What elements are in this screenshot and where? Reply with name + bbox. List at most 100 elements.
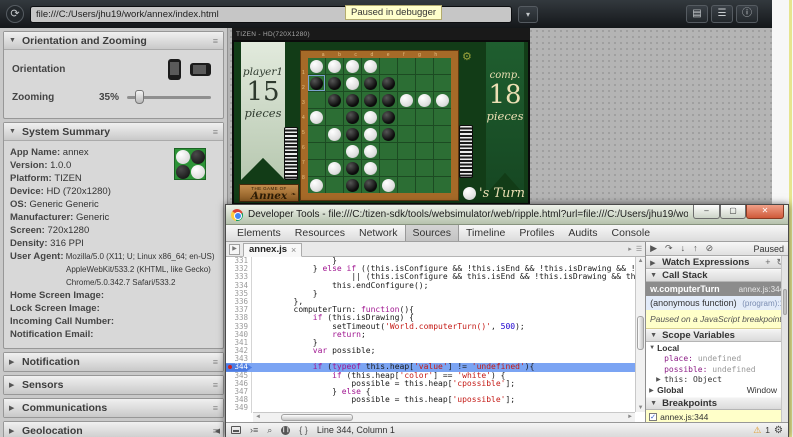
scrollbar-thumb[interactable] xyxy=(783,289,787,315)
board-cell[interactable] xyxy=(308,143,325,159)
scope-row[interactable]: ▼Local xyxy=(646,343,788,354)
close-icon[interactable]: × xyxy=(291,245,296,255)
board-cell[interactable] xyxy=(326,177,343,193)
board-cell[interactable] xyxy=(380,75,397,91)
board-cell[interactable] xyxy=(362,75,379,91)
board-cell[interactable] xyxy=(416,177,433,193)
board-cell[interactable] xyxy=(344,160,361,176)
drag-handle-icon[interactable]: ≡ xyxy=(213,127,218,137)
board-cell[interactable] xyxy=(344,92,361,108)
board-cell[interactable] xyxy=(380,177,397,193)
call-stack-header[interactable]: ▼ Call Stack xyxy=(646,269,788,282)
sidebar-collapse-arrow[interactable]: ◀ xyxy=(215,427,220,435)
code-line[interactable]: 340 return; xyxy=(226,331,635,339)
format-icon[interactable]: ☰ xyxy=(636,245,642,253)
board-cell[interactable] xyxy=(398,160,415,176)
scope-row[interactable]: ▶GlobalWindow xyxy=(646,385,788,396)
code-line[interactable]: 345 if (this.heap['color'] == 'white') { xyxy=(226,372,635,380)
callstack-frame[interactable]: w.computerTurnannex.js:344 xyxy=(646,282,788,296)
scroll-up-icon[interactable]: ▲ xyxy=(636,258,645,264)
board-cell[interactable] xyxy=(380,58,397,74)
show-navigator-button[interactable]: ▶ xyxy=(229,244,240,255)
dock-side-icon[interactable] xyxy=(231,426,241,434)
warning-icon[interactable]: ⚠ xyxy=(753,425,761,436)
code-line[interactable]: 332 } else if ((this.isConfigure && !thi… xyxy=(226,265,635,273)
code-line[interactable]: 348 possible = this.heap['upossible']; xyxy=(226,396,635,404)
code-line[interactable]: 334 this.endConfigure(); xyxy=(226,282,635,290)
board-cell[interactable] xyxy=(434,143,451,159)
search-icon[interactable]: ⌕ xyxy=(267,424,272,437)
board-cell[interactable] xyxy=(434,92,451,108)
board-cell[interactable] xyxy=(326,126,343,142)
board-cell[interactable] xyxy=(398,126,415,142)
board-cell[interactable] xyxy=(416,58,433,74)
code-area[interactable]: 331 }332 } else if ((this.isConfigure &&… xyxy=(226,257,645,422)
board-cell[interactable] xyxy=(416,160,433,176)
board-cell[interactable] xyxy=(434,126,451,142)
sidebar-vertical-scrollbar[interactable] xyxy=(781,256,788,422)
board-cell[interactable] xyxy=(344,126,361,142)
code-line[interactable]: 341 } xyxy=(226,339,635,347)
panel-header[interactable]: ▼ Orientation and Zooming ≡ xyxy=(4,32,223,50)
board-cell[interactable] xyxy=(308,92,325,108)
board-cell[interactable] xyxy=(398,177,415,193)
pause-on-exceptions-icon[interactable]: ❙❙ xyxy=(281,426,290,435)
board-cell[interactable] xyxy=(380,160,397,176)
board-cell[interactable] xyxy=(434,177,451,193)
board-cell[interactable] xyxy=(344,109,361,125)
code-line[interactable]: 342 var possible; xyxy=(226,347,635,355)
minimize-button[interactable]: – xyxy=(693,205,720,219)
panel-header[interactable]: ▶Notification≡ xyxy=(4,353,223,371)
url-dropdown-button[interactable]: ▾ xyxy=(518,6,538,23)
line-number-gutter[interactable]: 344 xyxy=(226,363,252,371)
board-cell[interactable] xyxy=(362,160,379,176)
breakpoint-checkbox[interactable]: ✓ xyxy=(649,413,657,421)
board-cell[interactable] xyxy=(434,109,451,125)
board-cell[interactable] xyxy=(398,143,415,159)
board-cell[interactable] xyxy=(434,160,451,176)
step-out-icon[interactable]: ↑ xyxy=(693,242,698,255)
board-cell[interactable] xyxy=(326,92,343,108)
board-cell[interactable] xyxy=(398,58,415,74)
chevron-right-icon[interactable]: ▶ xyxy=(649,387,657,394)
code-line[interactable]: 336 }, xyxy=(226,298,635,306)
board-cell[interactable] xyxy=(326,75,343,91)
board-cell[interactable] xyxy=(398,109,415,125)
board-cell[interactable] xyxy=(344,177,361,193)
scope-variables-header[interactable]: ▼ Scope Variables xyxy=(646,329,788,342)
board-cell[interactable] xyxy=(434,75,451,91)
step-over-icon[interactable]: ↷ xyxy=(665,242,673,255)
game-screen[interactable]: player1 15 pieces comp. 18 pieces abcdef… xyxy=(232,40,530,205)
board-cell[interactable] xyxy=(308,177,325,193)
deactivate-breakpoints-icon[interactable]: ⊘ xyxy=(706,242,714,255)
board-cell[interactable] xyxy=(380,143,397,159)
reload-button[interactable]: ⟳ xyxy=(6,5,24,23)
devtools-tab-resources[interactable]: Resources xyxy=(288,225,352,241)
devtools-titlebar[interactable]: Developer Tools - file:///C:/tizen-sdk/t… xyxy=(226,205,788,225)
board-cell[interactable] xyxy=(362,143,379,159)
drag-handle-icon[interactable]: ≡ xyxy=(213,403,218,413)
pretty-print-icon[interactable]: { } xyxy=(299,424,308,437)
scrollbar-thumb[interactable] xyxy=(637,316,644,350)
code-line[interactable]: 338 if (this.isDrawing) { xyxy=(226,314,635,322)
code-line[interactable]: 335 } xyxy=(226,290,635,298)
code-line[interactable]: 343 xyxy=(226,355,635,363)
scroll-down-icon[interactable]: ▼ xyxy=(636,405,645,411)
board-cell[interactable] xyxy=(398,92,415,108)
board-cell[interactable] xyxy=(362,92,379,108)
code-line[interactable]: 331 } xyxy=(226,257,635,265)
zoom-slider-thumb[interactable] xyxy=(135,90,144,104)
editor-vertical-scrollbar[interactable]: ▲ ▼ xyxy=(635,257,645,412)
callstack-frame[interactable]: (anonymous function)(program):1 xyxy=(646,296,788,310)
scope-row[interactable]: possible: undefined xyxy=(646,364,788,375)
scroll-left-icon[interactable]: ◄ xyxy=(255,414,261,420)
code-line[interactable]: 344 if (typeof this.heap['value'] != 'un… xyxy=(226,363,635,371)
scroll-right-icon[interactable]: ► xyxy=(627,414,633,420)
panel-header[interactable]: ▶Geolocation≡ xyxy=(4,422,223,437)
drag-handle-icon[interactable]: ≡ xyxy=(213,357,218,367)
drag-handle-icon[interactable]: ≡ xyxy=(213,36,218,46)
board-cell[interactable] xyxy=(380,126,397,142)
game-settings-gear-icon[interactable]: ⚙ xyxy=(462,50,472,63)
scrollbar-thumb[interactable] xyxy=(281,414,353,421)
board-cell[interactable] xyxy=(344,58,361,74)
